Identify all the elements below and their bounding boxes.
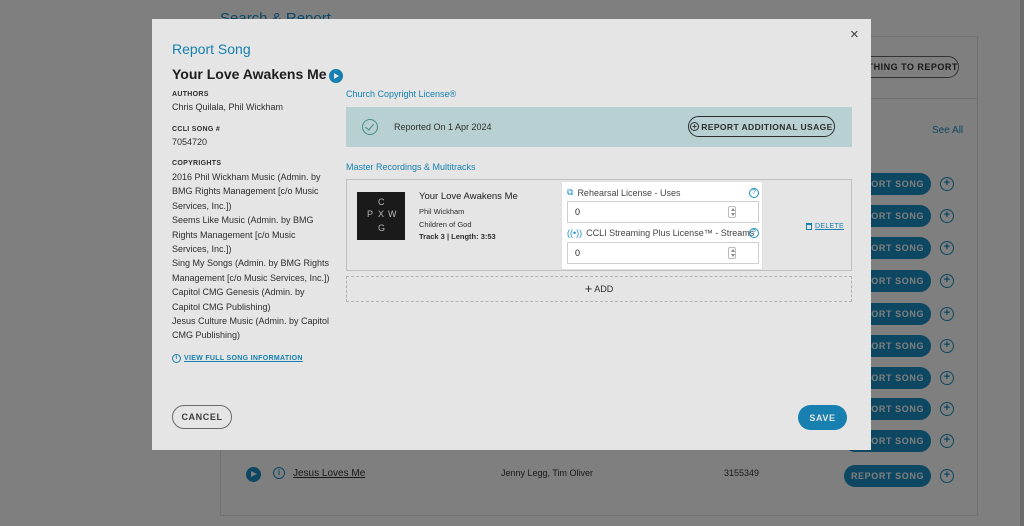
license-usage-popup: ⧉ Rehearsal License - Uses ? 0 ((•)) CCL… xyxy=(561,181,763,270)
stepper-icon[interactable] xyxy=(728,206,736,218)
streaming-label-text: CCLI Streaming Plus License™ - Streams xyxy=(586,228,755,238)
delete-label: DELETE xyxy=(815,223,845,230)
copyright-item: Seems Like Music (Admin. by BMG Rights M… xyxy=(172,215,314,255)
streaming-streams-value: 0 xyxy=(575,248,581,258)
rehearsal-license-label: ⧉ Rehearsal License - Uses xyxy=(567,187,681,198)
help-icon[interactable]: ? xyxy=(749,228,759,238)
recording-artist: Phil Wickham xyxy=(419,207,465,216)
copyright-item: Sing My Songs (Admin. by BMG Rights Mana… xyxy=(172,258,330,283)
plus-circle-icon: + xyxy=(690,122,700,131)
recording-title: Your Love Awakens Me xyxy=(419,191,518,202)
info-icon: i xyxy=(172,354,181,363)
recordings-section-title: Master Recordings & Multitracks xyxy=(346,162,476,172)
rehearsal-uses-value: 0 xyxy=(575,207,581,217)
authors-label: AUTHORS xyxy=(172,91,209,98)
save-button[interactable]: SAVE xyxy=(798,405,847,430)
license-section-title: Church Copyright License® xyxy=(346,89,457,99)
copy-icon: ⧉ xyxy=(567,187,574,197)
play-icon[interactable] xyxy=(329,69,343,83)
add-recording-button[interactable]: + ADD xyxy=(346,276,852,302)
copyright-item: 2016 Phil Wickham Music (Admin. by BMG R… xyxy=(172,172,321,211)
recording-album: Children of God xyxy=(419,220,472,229)
rehearsal-label-text: Rehearsal License - Uses xyxy=(577,187,681,198)
rehearsal-uses-input[interactable]: 0 xyxy=(567,201,759,223)
reported-text: Reported On 1 Apr 2024 xyxy=(394,122,492,132)
recording-track: Track 3 | Length: 3:53 xyxy=(419,232,496,241)
streaming-streams-input[interactable]: 0 xyxy=(567,242,759,264)
report-song-modal: × Report Song Your Love Awakens Me AUTHO… xyxy=(152,19,871,450)
copyright-item: Jesus Culture Music (Admin. by Capitol C… xyxy=(172,316,330,341)
broadcast-icon: ((•)) xyxy=(567,228,583,238)
copyright-item: Capitol CMG Genesis (Admin. by Capitol C… xyxy=(172,287,305,312)
ccli-label: CCLI SONG # xyxy=(172,126,221,133)
authors-value: Chris Quilala, Phil Wickham xyxy=(172,102,284,112)
album-art: C P X W G xyxy=(357,192,405,240)
delete-recording-button[interactable]: DELETE xyxy=(806,223,844,230)
check-circle-icon xyxy=(362,119,378,135)
help-icon[interactable]: ? xyxy=(749,188,759,198)
modal-title: Report Song xyxy=(172,41,251,57)
ccli-number: 7054720 xyxy=(172,137,208,147)
stepper-icon[interactable] xyxy=(728,247,736,259)
track-info: Track 3 | Length: 3:53 xyxy=(419,232,496,241)
view-full-label: VIEW FULL SONG INFORMATION xyxy=(184,355,303,362)
copyrights-label: COPYRIGHTS xyxy=(172,160,222,167)
song-title: Your Love Awakens Me xyxy=(172,66,327,82)
view-full-song-link[interactable]: i VIEW FULL SONG INFORMATION xyxy=(172,354,303,363)
report-additional-usage-button[interactable]: + REPORT ADDITIONAL USAGE xyxy=(688,116,835,137)
copyrights-list: 2016 Phil Wickham Music (Admin. by BMG R… xyxy=(172,170,332,343)
add-label: ADD xyxy=(594,284,614,294)
streaming-license-label: ((•)) CCLI Streaming Plus License™ - Str… xyxy=(567,228,754,238)
close-icon[interactable]: × xyxy=(850,27,859,42)
plus-icon: + xyxy=(584,281,593,296)
cancel-button[interactable]: CANCEL xyxy=(172,405,232,429)
report-additional-label: REPORT ADDITIONAL USAGE xyxy=(701,121,833,132)
reported-status-bar: Reported On 1 Apr 2024 + REPORT ADDITION… xyxy=(346,107,852,147)
trash-icon xyxy=(806,223,812,230)
